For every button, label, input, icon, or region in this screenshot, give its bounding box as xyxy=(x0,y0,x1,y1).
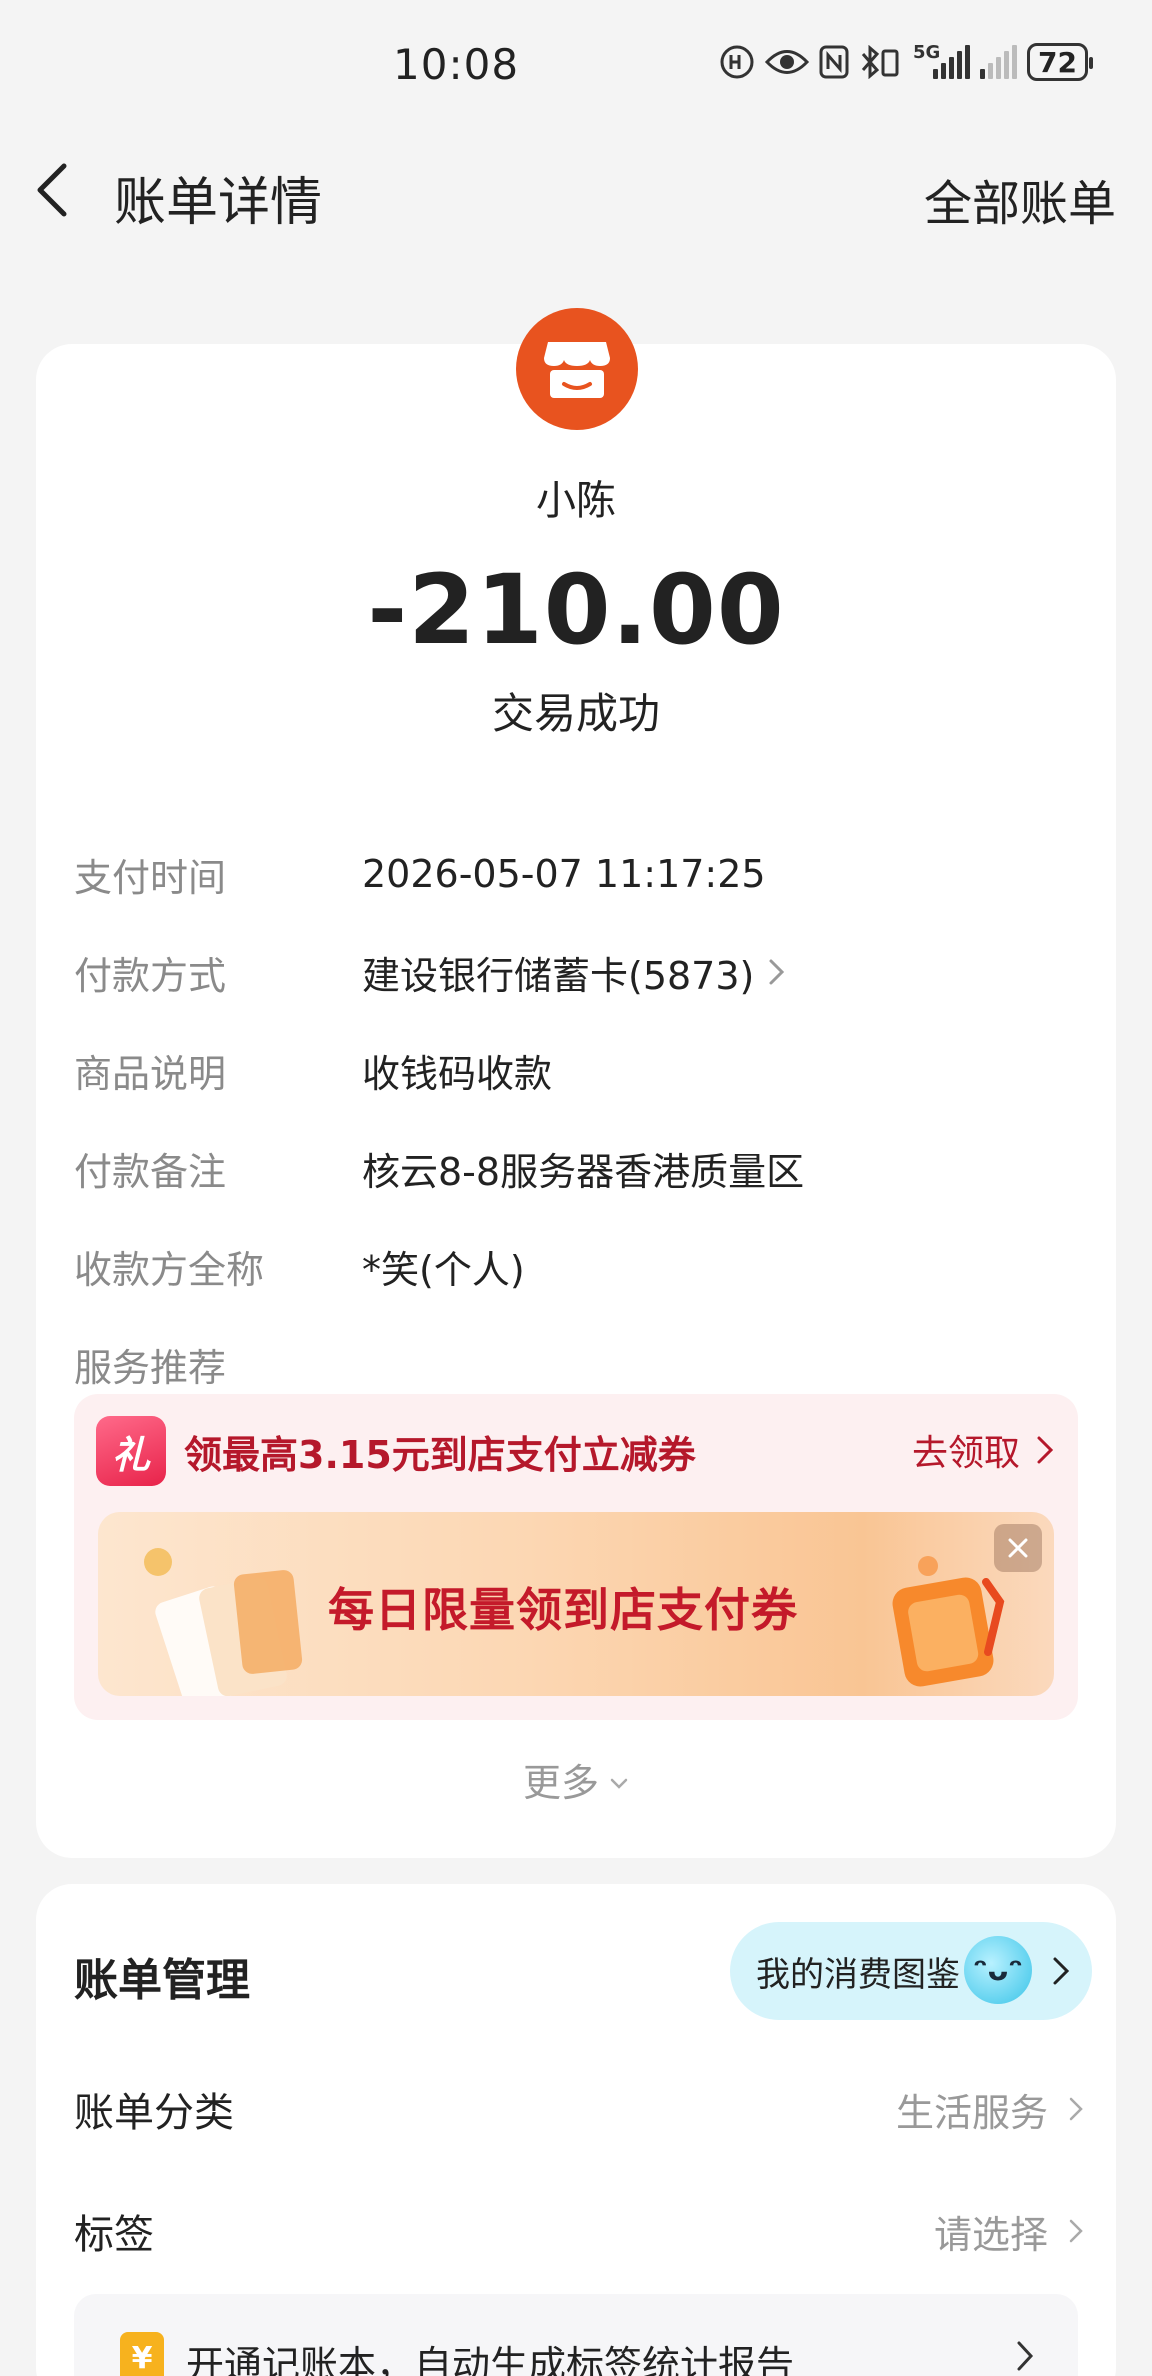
claim-button[interactable]: 去领取 xyxy=(912,1424,1054,1476)
coupon-banner[interactable]: 每日限量领到店支付券 xyxy=(98,1512,1054,1696)
detail-label: 支付时间 xyxy=(74,855,227,900)
bookkeeping-notice[interactable]: ¥ 开通记账本，自动生成标签统计报告 xyxy=(74,2294,1078,2376)
close-icon xyxy=(1008,1538,1028,1558)
promo-section: 礼 领最高3.15元到店支付立减券 去领取 每日限量领到店支付券 xyxy=(74,1394,1078,1720)
close-banner-button[interactable] xyxy=(994,1524,1042,1572)
detail-value: 建设银行储蓄卡(5873) xyxy=(362,945,786,1000)
detail-label: 付款方式 xyxy=(74,953,227,998)
category-value: 生活服务 xyxy=(895,2090,1048,2135)
detail-row-product: 商品说明 收钱码收款 xyxy=(74,1040,1084,1100)
battery-indicator: 72 xyxy=(1027,43,1093,81)
notice-text: 开通记账本，自动生成标签统计报告 xyxy=(186,2343,795,2376)
status-time: 10:08 xyxy=(393,40,520,89)
signal-5g-icon: 5G xyxy=(913,42,971,82)
detail-value: 2026-05-07 11:17:25 xyxy=(362,852,766,896)
row-value: 请选择 xyxy=(934,2204,1084,2259)
detail-row-payment-method[interactable]: 付款方式 建设银行储蓄卡(5873) xyxy=(74,942,1084,1002)
chevron-right-icon xyxy=(1069,2219,1083,2243)
detail-value: 核云8-8服务器香港质量区 xyxy=(362,1149,805,1194)
promo-text[interactable]: 领最高3.15元到店支付立减券 xyxy=(184,1424,696,1479)
tag-value: 请选择 xyxy=(933,2212,1048,2257)
detail-label: 收款方全称 xyxy=(74,1247,265,1292)
banner-text: 每日限量领到店支付券 xyxy=(328,1583,798,1637)
detail-label: 商品说明 xyxy=(74,1051,227,1096)
eye-icon xyxy=(765,42,810,82)
signal-empty-icon xyxy=(980,42,1018,82)
mascot-icon: ᵔᴗᵔ xyxy=(964,1936,1032,2004)
chevron-right-icon xyxy=(1053,1957,1070,1985)
transaction-card: 小陈 -210.00 交易成功 支付时间 2026-05-07 11:17:25… xyxy=(36,308,1116,1858)
bluetooth-vibrate-icon xyxy=(859,42,903,82)
row-label: 账单分类 xyxy=(74,2090,234,2136)
row-value: 生活服务 xyxy=(896,2082,1084,2137)
chevron-right-icon xyxy=(1037,1436,1054,1464)
status-icons: 5G 72 xyxy=(719,42,1093,82)
tag-row[interactable]: 标签 请选择 xyxy=(74,2196,1084,2266)
status-bar: 10:08 5G 72 xyxy=(0,0,1152,130)
all-bills-link[interactable]: 全部账单 xyxy=(924,164,1116,234)
detail-row-payee: 收款方全称 *笑(个人) xyxy=(74,1236,1084,1296)
yen-icon: ¥ xyxy=(120,2332,164,2376)
store-icon xyxy=(544,342,610,398)
ticket-icon xyxy=(144,1548,303,1696)
chevron-right-icon xyxy=(769,959,785,985)
detail-row-pay-time: 支付时间 2026-05-07 11:17:25 xyxy=(74,844,1084,904)
hd-call-icon xyxy=(719,42,755,82)
detail-row-remark: 付款备注 核云8-8服务器香港质量区 xyxy=(74,1138,1084,1198)
page-title: 账单详情 xyxy=(114,173,323,233)
chevron-right-icon xyxy=(1017,2341,1034,2371)
section-title: 账单管理 xyxy=(74,1955,250,2006)
nfc-icon xyxy=(819,42,849,82)
detail-row-services: 服务推荐 xyxy=(74,1334,1084,1394)
detail-value: 收钱码收款 xyxy=(362,1051,553,1096)
back-button[interactable] xyxy=(34,160,80,220)
chevron-left-icon xyxy=(37,163,67,217)
detail-value: *笑(个人) xyxy=(362,1247,525,1292)
merchant-avatar xyxy=(516,308,638,430)
claim-label: 去领取 xyxy=(911,1433,1020,1474)
payment-method-text: 建设银行储蓄卡(5873) xyxy=(362,953,755,998)
network-label: 5G xyxy=(913,42,941,63)
bill-management-card: 账单管理 我的消费图鉴 ᵔᴗᵔ 账单分类 生活服务 标签 请选择 ¥ 开通记账本… xyxy=(36,1884,1116,2376)
consumption-atlas-button[interactable]: 我的消费图鉴 ᵔᴗᵔ xyxy=(730,1922,1092,2020)
chevron-right-icon xyxy=(1069,2097,1083,2121)
more-button[interactable]: 更多 xyxy=(36,1752,1116,1807)
transaction-amount: -210.00 xyxy=(367,554,785,666)
pill-label: 我的消费图鉴 xyxy=(756,1954,960,1995)
row-label: 标签 xyxy=(74,2212,154,2258)
gift-icon: 礼 xyxy=(96,1416,166,1486)
nav-header: 账单详情 全部账单 xyxy=(0,130,1152,250)
transaction-status: 交易成功 xyxy=(491,689,660,738)
more-label: 更多 xyxy=(522,1761,599,1805)
chevron-down-icon xyxy=(610,1778,628,1789)
bill-category-row[interactable]: 账单分类 生活服务 xyxy=(74,2074,1084,2144)
detail-label: 服务推荐 xyxy=(74,1345,227,1390)
detail-label: 付款备注 xyxy=(74,1149,227,1194)
merchant-name: 小陈 xyxy=(536,478,616,524)
